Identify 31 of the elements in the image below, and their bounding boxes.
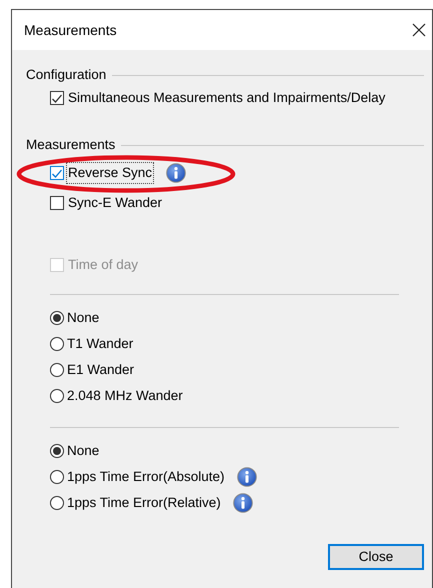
window-title: Measurements (24, 20, 117, 40)
radio-label: 1pps Time Error(Relative) (67, 494, 221, 512)
radio-label: 1pps Time Error(Absolute) (67, 468, 225, 486)
radio-label: T1 Wander (67, 334, 134, 353)
radio-button[interactable] (50, 337, 64, 351)
group-heading: Measurements (26, 136, 116, 154)
checkbox[interactable] (50, 91, 64, 105)
info-icon[interactable] (166, 163, 186, 183)
radio-label: None (67, 308, 100, 327)
checkbox[interactable] (50, 166, 64, 180)
group-heading: Configuration (26, 66, 106, 84)
radio-button[interactable] (50, 311, 64, 325)
radio-label: E1 Wander (67, 360, 134, 379)
radio-button[interactable] (50, 496, 64, 510)
check-icon (51, 168, 63, 178)
checkbox-label: Time of day (67, 256, 140, 274)
checkbox[interactable] (50, 196, 64, 210)
radio-button[interactable] (50, 363, 64, 377)
info-icon[interactable] (232, 493, 253, 513)
close-icon[interactable] (412, 23, 426, 37)
checkbox-label: Sync-E Wander (67, 194, 164, 212)
radio-button[interactable] (50, 444, 64, 458)
radio-label: None (67, 442, 100, 460)
checkbox-label: Simultaneous Measurements and Impairments/Delay (67, 88, 386, 107)
radio-label: 2.048 MHz Wander (67, 386, 183, 405)
check-icon (51, 92, 63, 104)
close-button[interactable]: Close (328, 544, 424, 570)
info-icon[interactable] (236, 467, 257, 487)
checkbox-label: Reverse Sync (66, 162, 154, 184)
radio-button[interactable] (50, 389, 64, 403)
radio-button[interactable] (50, 470, 64, 484)
